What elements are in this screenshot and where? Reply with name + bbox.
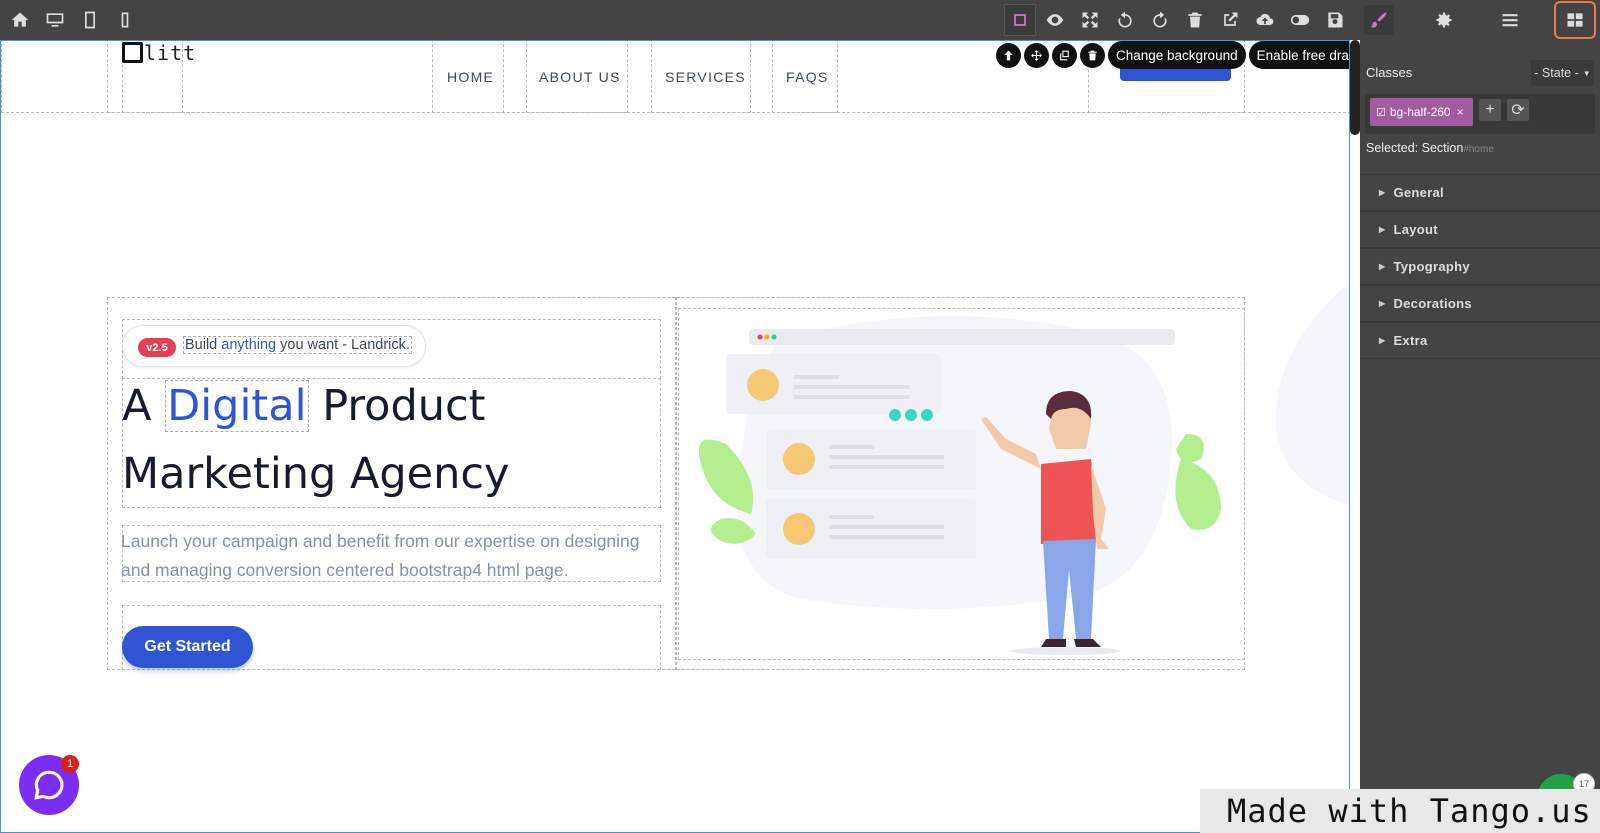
gear-icon[interactable] [1429, 5, 1459, 35]
mobile-icon[interactable] [110, 5, 140, 35]
save-icon[interactable] [1320, 5, 1350, 35]
nav-link-about[interactable]: ABOUT US [539, 69, 621, 85]
fullscreen-icon[interactable] [1075, 5, 1105, 35]
caret-right-icon: ▶ [1379, 262, 1386, 271]
version-pill: v2.5 Build anything you want - Landrick. [122, 325, 426, 367]
class-tags-area: ☑ bg-half-260 × + ⟳ [1365, 94, 1595, 134]
logo-mark-icon [122, 42, 143, 63]
sector-extra[interactable]: ▶ Extra [1360, 322, 1600, 359]
move-icon[interactable] [1024, 42, 1049, 68]
classes-label: Classes [1366, 65, 1413, 80]
export-icon[interactable] [1215, 5, 1245, 35]
selected-element-info: Selected: Section#home [1366, 141, 1494, 155]
delete-icon[interactable] [1080, 42, 1105, 68]
brush-icon[interactable] [1364, 5, 1394, 35]
hero-description[interactable]: Launch your campaign and benefit from ou… [121, 527, 661, 585]
preview-eye-icon[interactable] [1040, 5, 1070, 35]
editor-toolbar [0, 0, 1600, 40]
class-tag[interactable]: ☑ bg-half-260 × [1370, 98, 1473, 126]
clone-icon[interactable] [1052, 42, 1077, 68]
tango-watermark: Made with Tango.us [1200, 789, 1600, 833]
chat-icon [34, 770, 64, 800]
nav-link-faqs[interactable]: FAQS [786, 69, 829, 85]
hero-title-line1[interactable]: A Digital Product [122, 380, 486, 432]
canvas-scrollbar[interactable] [1350, 40, 1360, 833]
blocks-icon[interactable] [1554, 1, 1596, 39]
caret-right-icon: ▶ [1379, 299, 1386, 308]
state-select[interactable]: - State - ▼ [1531, 60, 1594, 86]
close-icon[interactable]: × [1457, 105, 1464, 119]
arrow-up-icon[interactable] [996, 42, 1021, 68]
checkbox-icon[interactable]: ☑ [1376, 106, 1386, 119]
cloud-upload-icon[interactable] [1250, 5, 1280, 35]
sync-icon[interactable]: ⟳ [1507, 99, 1529, 121]
change-background-button[interactable]: Change background [1108, 41, 1246, 69]
trash-icon[interactable] [1180, 5, 1210, 35]
version-badge: v2.5 [138, 338, 176, 357]
layers-icon[interactable] [1495, 5, 1525, 35]
badge-text: Build anything you want - Landrick. [183, 336, 412, 354]
redo-icon[interactable] [1145, 5, 1175, 35]
nav-link-home[interactable]: HOME [447, 69, 494, 85]
sector-decorations[interactable]: ▶ Decorations [1360, 285, 1600, 322]
add-class-icon[interactable]: + [1479, 99, 1501, 121]
nav-link-services[interactable]: SERVICES [665, 69, 746, 85]
toggle-icon[interactable] [1285, 5, 1315, 35]
caret-right-icon: ▶ [1379, 225, 1386, 234]
hero-illustration [698, 316, 1221, 655]
home-icon[interactable] [5, 5, 35, 35]
enable-free-drag-button[interactable]: Enable free drag [1248, 41, 1349, 69]
get-started-button[interactable]: Get Started [122, 626, 253, 668]
style-manager-panel: Classes - State - ▼ ☑ bg-half-260 × + ⟳ S… [1360, 40, 1600, 833]
sector-typography[interactable]: ▶ Typography [1360, 248, 1600, 285]
sector-general[interactable]: ▶ General [1360, 174, 1600, 211]
logo-text[interactable]: litt [144, 41, 196, 65]
tablet-icon[interactable] [75, 5, 105, 35]
desktop-icon[interactable] [40, 5, 70, 35]
editor-canvas[interactable]: litt HOME ABOUT US SERVICES FAQS Change … [0, 40, 1350, 833]
class-tag-label: bg-half-260 [1389, 105, 1451, 119]
decorative-blob [1275, 282, 1349, 506]
sector-layout[interactable]: ▶ Layout [1360, 211, 1600, 248]
canvas-scroll-thumb[interactable] [1350, 40, 1360, 135]
component-outline-icon[interactable] [1004, 4, 1036, 36]
caret-right-icon: ▶ [1379, 336, 1386, 345]
caret-right-icon: ▶ [1379, 188, 1386, 197]
selection-toolbar: Change background Enable free drag [996, 41, 1349, 69]
hero-title-line2[interactable]: Marketing Agency [122, 449, 509, 499]
undo-icon[interactable] [1110, 5, 1140, 35]
chat-notification-badge: 1 [61, 755, 79, 773]
